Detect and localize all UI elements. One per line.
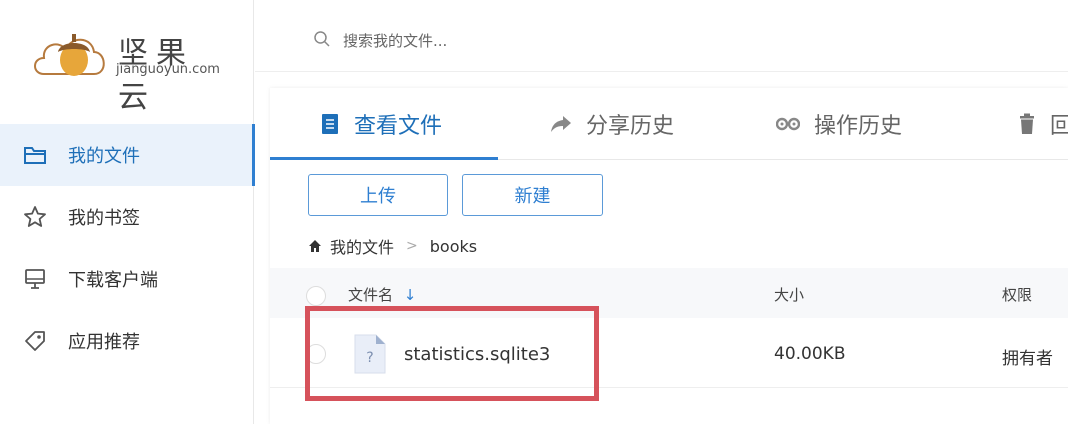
search-input[interactable] bbox=[343, 27, 743, 55]
unknown-file-icon: ? bbox=[354, 334, 386, 374]
file-permission: 拥有者 bbox=[1002, 349, 1053, 369]
home-icon[interactable] bbox=[308, 239, 322, 253]
tab-share-history[interactable]: 分享历史 bbox=[550, 88, 674, 160]
tag-icon bbox=[22, 328, 48, 354]
tab-bar: 查看文件 分享历史 操作历史 回 bbox=[270, 88, 1068, 160]
trash-icon bbox=[1018, 113, 1036, 135]
star-icon bbox=[22, 204, 48, 230]
table-header: 文件名 ↓ 大小 权限 bbox=[270, 268, 1068, 318]
sidebar: 坚果云 jianguoyun.com 我的文件 我的书签 下载客户端 应用推荐 bbox=[0, 0, 255, 424]
monitor-icon bbox=[22, 266, 48, 292]
new-button[interactable]: 新建 bbox=[462, 174, 603, 216]
column-header-name-label: 文件名 bbox=[348, 286, 394, 304]
breadcrumb-current: books bbox=[429, 236, 478, 256]
folder-icon bbox=[22, 142, 48, 168]
brand-logo[interactable]: 坚果云 jianguoyun.com bbox=[30, 22, 230, 115]
select-all-checkbox[interactable] bbox=[306, 286, 326, 306]
sidebar-item-label: 下载客户端 bbox=[68, 270, 158, 291]
top-bar bbox=[255, 8, 1068, 72]
search-icon bbox=[313, 30, 331, 52]
sidebar-item-label: 应用推荐 bbox=[68, 332, 140, 353]
tab-label: 操作历史 bbox=[814, 114, 903, 139]
file-name[interactable]: statistics.sqlite3 bbox=[404, 344, 550, 365]
acorn-logo-icon bbox=[34, 34, 105, 76]
file-size: 40.00KB bbox=[774, 344, 846, 364]
column-header-name[interactable]: 文件名 ↓ bbox=[348, 284, 416, 305]
main-panel: 查看文件 分享历史 操作历史 回 上传 新建 我的文件 > books 文件名 … bbox=[270, 88, 1068, 424]
tab-label: 分享历史 bbox=[586, 114, 675, 139]
tab-recycle-bin[interactable]: 回 bbox=[1018, 88, 1068, 160]
sidebar-item-label: 我的文件 bbox=[68, 146, 140, 167]
active-tab-indicator bbox=[270, 157, 498, 160]
share-icon bbox=[550, 114, 572, 134]
breadcrumb-root[interactable]: 我的文件 bbox=[330, 234, 394, 258]
tab-view-files[interactable]: 查看文件 bbox=[320, 88, 442, 160]
tab-label: 查看文件 bbox=[354, 114, 443, 139]
breadcrumb: 我的文件 > books bbox=[308, 234, 477, 258]
column-header-size[interactable]: 大小 bbox=[774, 284, 804, 305]
tab-operation-history[interactable]: 操作历史 bbox=[776, 88, 902, 160]
upload-button[interactable]: 上传 bbox=[308, 174, 448, 216]
breadcrumb-separator: > bbox=[406, 238, 418, 254]
tab-label: 回 bbox=[1050, 114, 1068, 139]
sort-down-arrow-icon: ↓ bbox=[403, 286, 417, 304]
column-header-permission[interactable]: 权限 bbox=[1002, 284, 1032, 305]
sidebar-item-app-recommend[interactable]: 应用推荐 bbox=[0, 310, 254, 372]
history-icon bbox=[776, 117, 800, 131]
sidebar-nav: 我的文件 我的书签 下载客户端 应用推荐 bbox=[0, 124, 255, 372]
row-checkbox[interactable] bbox=[306, 344, 326, 364]
document-icon bbox=[320, 113, 340, 135]
sidebar-item-bookmarks[interactable]: 我的书签 bbox=[0, 186, 254, 248]
table-row[interactable]: ? statistics.sqlite3 40.00KB 拥有者 bbox=[270, 320, 1068, 388]
sidebar-item-my-files[interactable]: 我的文件 bbox=[0, 124, 255, 186]
brand-name-en: jianguoyun.com bbox=[116, 62, 220, 77]
sidebar-item-download-client[interactable]: 下载客户端 bbox=[0, 248, 254, 310]
sidebar-item-label: 我的书签 bbox=[68, 208, 140, 229]
file-icon-glyph: ? bbox=[366, 350, 373, 366]
